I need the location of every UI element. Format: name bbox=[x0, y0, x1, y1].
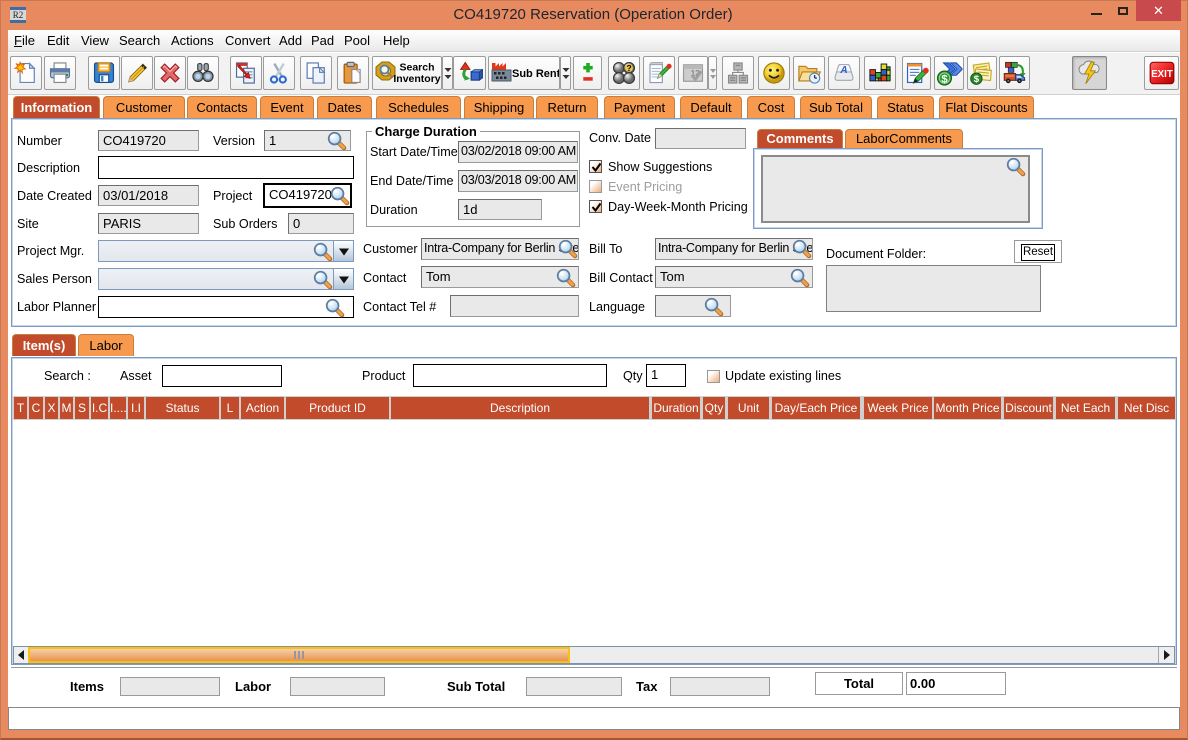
svg-text:Search: Search bbox=[399, 62, 434, 74]
svg-text:Sub Rent: Sub Rent bbox=[512, 68, 559, 80]
svg-text:$: $ bbox=[941, 73, 948, 85]
svg-text:Inventory: Inventory bbox=[393, 73, 440, 85]
svg-text:EXIT: EXIT bbox=[1151, 69, 1173, 80]
svg-text:?: ? bbox=[626, 63, 631, 73]
svg-text:$: $ bbox=[974, 74, 980, 85]
svg-text:A: A bbox=[839, 65, 847, 76]
